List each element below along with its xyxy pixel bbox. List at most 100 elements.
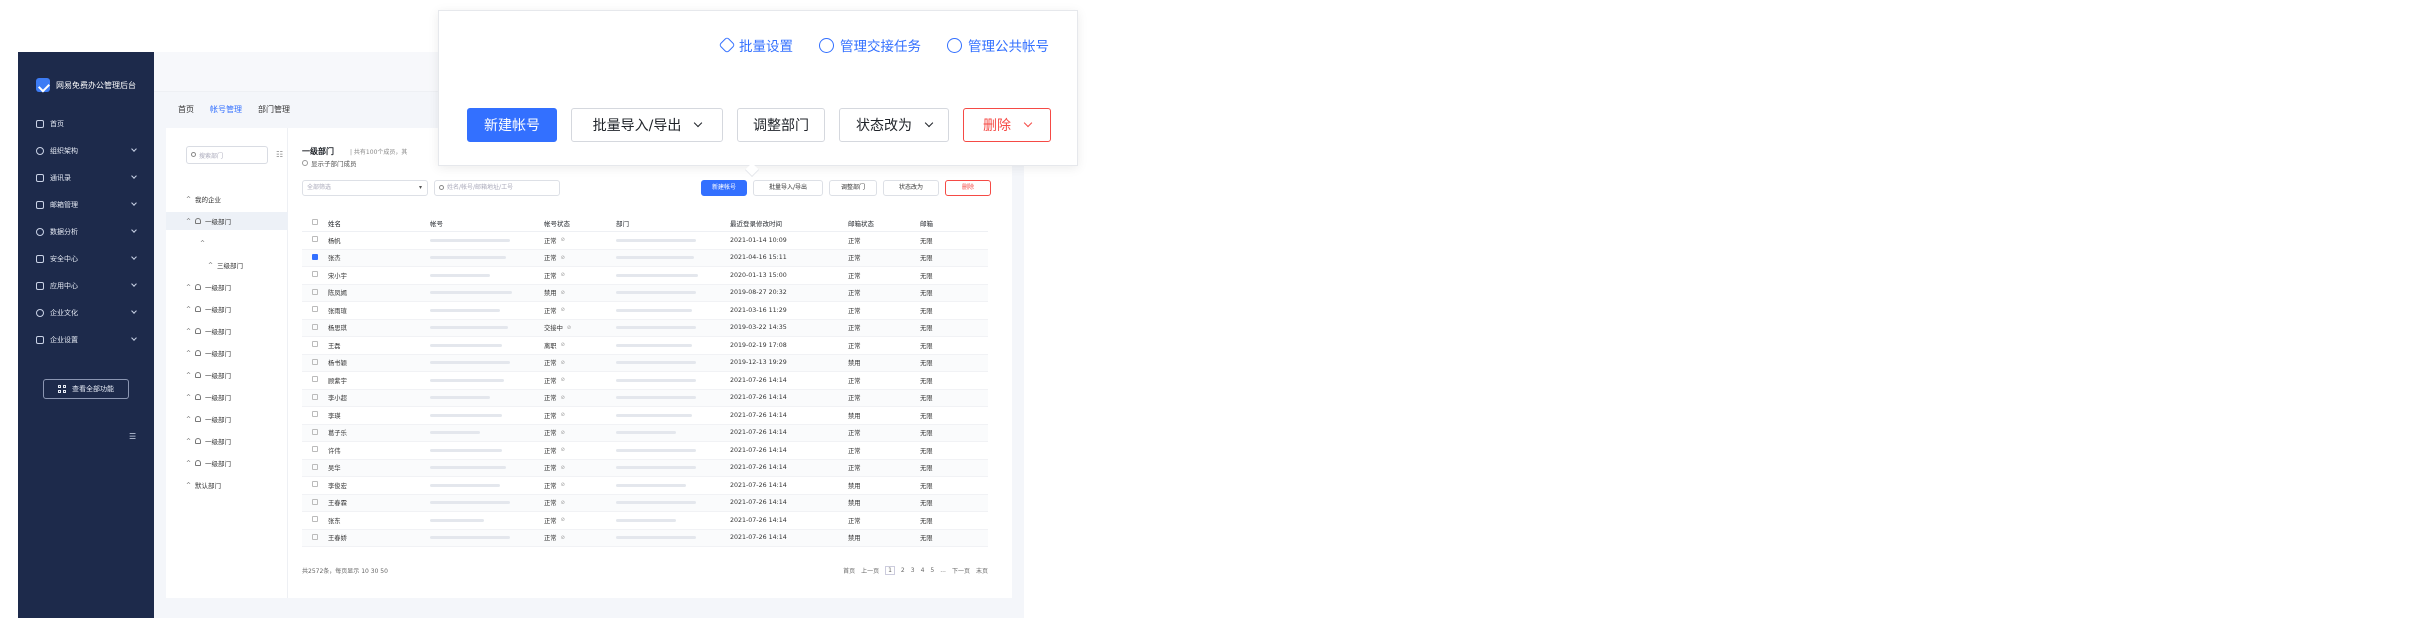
tree-search-input[interactable]: 搜索部门 <box>186 146 268 164</box>
table-row[interactable]: 张雨瑄 正常 ⊘ 2021-03-16 11:29 正常 无限 <box>302 302 988 320</box>
tree-node[interactable]: ^ 三级部门 <box>186 256 243 274</box>
state-edit-icon[interactable]: ⊘ <box>561 290 565 296</box>
page-link[interactable]: 首页 <box>843 566 855 575</box>
col-mail-state[interactable]: 邮箱状态 <box>848 218 920 228</box>
table-row[interactable]: 顾紫宇 正常 ⊘ 2021-07-26 14:14 正常 无限 <box>302 372 988 390</box>
sidebar-item-2[interactable]: 通讯录 <box>18 164 154 191</box>
table-row[interactable]: 杨帆 正常 ⊘ 2021-01-14 10:09 正常 无限 <box>302 232 988 250</box>
tree-node[interactable]: ^ 一级部门 <box>186 344 231 362</box>
table-row[interactable]: 张杰 正常 ⊘ 2021-04-16 15:11 正常 无限 <box>302 249 988 267</box>
table-row[interactable]: 王春娇 正常 ⊘ 2021-07-26 14:14 禁用 无限 <box>302 529 988 547</box>
col-department[interactable]: 部门 <box>616 218 730 228</box>
state-edit-icon[interactable]: ⊘ <box>561 237 565 243</box>
state-edit-icon[interactable]: ⊘ <box>561 465 565 471</box>
expand-arrow-icon[interactable]: ^ <box>186 372 191 379</box>
table-row[interactable]: 张东 正常 ⊘ 2021-07-26 14:14 正常 无限 <box>302 512 988 530</box>
collapse-menu-icon[interactable]: ☰ <box>129 432 137 441</box>
table-row[interactable]: 李瑛 正常 ⊘ 2021-07-26 14:14 禁用 无限 <box>302 407 988 425</box>
page-link[interactable]: 末页 <box>976 566 988 575</box>
state-edit-icon[interactable]: ⊘ <box>561 412 565 418</box>
page-link[interactable]: 上一页 <box>861 566 879 575</box>
expand-arrow-icon[interactable]: ^ <box>200 240 205 247</box>
expand-arrow-icon[interactable]: ^ <box>208 262 213 269</box>
state-edit-icon[interactable]: ⊘ <box>561 307 565 313</box>
table-row[interactable]: 王磊 离职 ⊘ 2019-02-19 17:08 正常 无限 <box>302 337 988 355</box>
toolbar-link-0[interactable]: 批量设置 <box>718 35 793 55</box>
col-account-state[interactable]: 帐号状态 <box>544 218 616 228</box>
expand-arrow-icon[interactable]: ^ <box>186 394 191 401</box>
delete-button[interactable]: 删除 <box>945 180 991 196</box>
toolbar-link-1[interactable]: 管理交接任务 <box>819 35 921 55</box>
sidebar-item-5[interactable]: 安全中心 <box>18 245 154 272</box>
expand-arrow-icon[interactable]: ^ <box>186 438 191 445</box>
all-features-button[interactable]: 查看全部功能 <box>43 379 129 399</box>
tree-node[interactable]: ^ 一级部门 <box>186 278 231 296</box>
state-edit-icon[interactable]: ⊘ <box>561 377 565 383</box>
sidebar-item-8[interactable]: 企业设置 <box>18 326 154 353</box>
tab-0[interactable]: 首页 <box>178 104 194 115</box>
sidebar-item-7[interactable]: 企业文化 <box>18 299 154 326</box>
table-row[interactable]: 宋小宇 正常 ⊘ 2020-01-13 15:00 正常 无限 <box>302 267 988 285</box>
tree-node[interactable]: ^ 一级部门 <box>186 432 231 450</box>
table-row[interactable]: 吴华 正常 ⊘ 2021-07-26 14:14 正常 无限 <box>302 459 988 477</box>
tab-2[interactable]: 部门管理 <box>258 104 290 115</box>
import-export-button[interactable]: 批量导入/导出 <box>753 180 823 196</box>
zoom-delete-button[interactable]: 删除 <box>963 108 1051 142</box>
tree-node[interactable]: ^ 一级部门 <box>186 410 231 428</box>
tree-node[interactable]: ^ 一级部门 <box>186 366 231 384</box>
page-link[interactable]: 5 <box>930 567 934 574</box>
table-row[interactable]: 杨书颖 正常 ⊘ 2019-12-13 19:29 禁用 无限 <box>302 354 988 372</box>
page-link[interactable]: 1 <box>885 566 895 575</box>
state-edit-icon[interactable]: ⊘ <box>561 255 565 261</box>
expand-arrow-icon[interactable]: ^ <box>186 350 191 357</box>
zoom-import-export-button[interactable]: 批量导入/导出 <box>571 108 723 142</box>
state-edit-icon[interactable]: ⊘ <box>561 395 565 401</box>
table-row[interactable]: 李俊宏 正常 ⊘ 2021-07-26 14:14 禁用 无限 <box>302 477 988 495</box>
filter-select[interactable]: 全部筛选 <box>302 180 428 196</box>
expand-arrow-icon[interactable]: ^ <box>186 416 191 423</box>
tree-node[interactable]: ^ 我的企业 <box>186 190 221 208</box>
change-state-button[interactable]: 状态改为 <box>883 180 939 196</box>
table-row[interactable]: 许伟 正常 ⊘ 2021-07-26 14:14 正常 无限 <box>302 442 988 460</box>
table-row[interactable]: 陈凤嫣 禁用 ⊘ 2019-08-27 20:32 正常 无限 <box>302 284 988 302</box>
tree-node[interactable]: ^ 一级部门 <box>186 322 231 340</box>
state-edit-icon[interactable]: ⊘ <box>561 360 565 366</box>
col-account[interactable]: 帐号 <box>430 218 544 228</box>
zoom-change-state-button[interactable]: 状态改为 <box>839 108 949 142</box>
page-size-options[interactable]: 10 30 50 <box>361 568 388 575</box>
tree-node[interactable]: ^ 默认部门 <box>186 476 221 494</box>
col-mailbox[interactable]: 邮箱 <box>920 218 970 228</box>
tree-node[interactable]: ^ <box>186 234 209 252</box>
page-link[interactable]: 下一页 <box>952 566 970 575</box>
expand-arrow-icon[interactable]: ^ <box>186 218 191 225</box>
toolbar-link-2[interactable]: 管理公共帐号 <box>947 35 1049 55</box>
tree-node[interactable]: ^ 一级部门 <box>166 212 288 230</box>
col-name[interactable]: 姓名 <box>318 218 430 228</box>
state-edit-icon[interactable]: ⊘ <box>561 500 565 506</box>
state-edit-icon[interactable]: ⊘ <box>561 482 565 488</box>
state-edit-icon[interactable]: ⊘ <box>561 447 565 453</box>
tree-node[interactable]: ^ 一级部门 <box>186 388 231 406</box>
state-edit-icon[interactable]: ⊘ <box>561 535 565 541</box>
expand-arrow-icon[interactable]: ^ <box>186 306 191 313</box>
expand-arrow-icon[interactable]: ^ <box>186 460 191 467</box>
adjust-dept-button[interactable]: 调整部门 <box>829 180 877 196</box>
sidebar-item-0[interactable]: 首页 <box>18 110 154 137</box>
table-row[interactable]: 杨思琪 交接中 ⊘ 2019-03-22 14:35 正常 无限 <box>302 319 988 337</box>
tree-node[interactable]: ^ 一级部门 <box>186 300 231 318</box>
sidebar-item-4[interactable]: 数据分析 <box>18 218 154 245</box>
state-edit-icon[interactable]: ⊘ <box>567 325 571 331</box>
expand-arrow-icon[interactable]: ^ <box>186 196 191 203</box>
tab-1[interactable]: 帐号管理 <box>210 104 242 115</box>
table-row[interactable]: 王春霖 正常 ⊘ 2021-07-26 14:14 禁用 无限 <box>302 494 988 512</box>
page-link[interactable]: 2 <box>901 567 905 574</box>
state-edit-icon[interactable]: ⊘ <box>561 272 565 278</box>
table-row[interactable]: 葛子乐 正常 ⊘ 2021-07-26 14:14 正常 无限 <box>302 424 988 442</box>
page-link[interactable]: 4 <box>921 567 925 574</box>
state-edit-icon[interactable]: ⊘ <box>561 342 565 348</box>
page-link[interactable]: ... <box>940 567 946 574</box>
table-row[interactable]: 李小超 正常 ⊘ 2021-07-26 14:14 正常 无限 <box>302 389 988 407</box>
state-edit-icon[interactable]: ⊘ <box>561 517 565 523</box>
page-link[interactable]: 3 <box>911 567 915 574</box>
col-last-login[interactable]: 最近登录修改时间 <box>730 218 848 228</box>
